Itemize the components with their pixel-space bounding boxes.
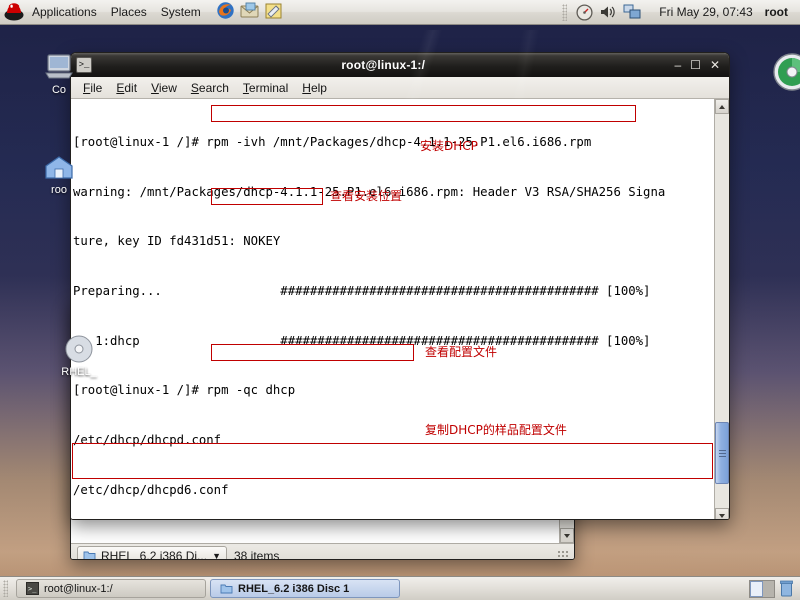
username-label[interactable]: root [765,5,792,19]
menu-edit[interactable]: Edit [109,78,144,98]
network-icon[interactable] [621,1,643,23]
terminal-line: /etc/dhcp/dhcpd6.conf [73,482,229,497]
firefox-icon [216,1,235,23]
item-count-label: 38 items [233,548,280,560]
scroll-thumb-grip [718,449,726,457]
performance-monitor-icon[interactable] [573,1,595,23]
volume-icon[interactable] [597,1,619,23]
desktop-icon-computer[interactable]: Co [22,48,96,96]
texteditor-launcher[interactable] [262,1,286,24]
scroll-track[interactable] [715,114,729,508]
chevron-down-icon[interactable]: ▼ [212,551,221,560]
firefox-launcher[interactable] [214,1,238,24]
terminal-window[interactable]: >_ root@linux-1:/ – ☐ ✕ FFileile Edit Vi… [70,52,730,520]
panel-grip [3,580,8,597]
notepad-pencil-icon [264,2,283,23]
desktop-icon-label: RHEL_ [61,366,97,378]
minimize-icon[interactable]: – [674,59,681,71]
annotation-view-config-file: 查看配置文件 [425,345,498,359]
workspace-switcher[interactable] [749,579,775,598]
taskbar-item-filemanager[interactable]: RHEL_6.2 i386 Disc 1 [210,579,400,598]
taskbar-item-label: RHEL_6.2 i386 Disc 1 [238,582,350,595]
close-icon[interactable]: ✕ [710,59,720,71]
location-dropdown[interactable]: RHEL_6.2 i386 Di... ▼ [77,546,227,560]
resize-grip[interactable] [557,550,568,559]
cd-disc-icon [762,53,800,92]
svg-text:>_: >_ [28,585,37,593]
bottom-panel[interactable]: >_ root@linux-1:/ RHEL_6.2 i386 Disc 1 [0,576,800,600]
terminal-icon: >_ [25,582,39,596]
terminal-window-buttons[interactable]: – ☐ ✕ [674,59,724,71]
terminal-vertical-scrollbar[interactable] [714,99,729,519]
workspace-2[interactable] [763,581,774,597]
top-panel[interactable]: Applications Places System Fri May 29, 0… [0,0,800,25]
terminal-title: root@linux-1:/ [341,58,426,72]
maximize-icon[interactable]: ☐ [690,59,701,71]
home-folder-icon [22,148,96,182]
redhat-logo-icon[interactable] [3,2,25,23]
menu-search[interactable]: Search [184,78,236,98]
mail-icon [240,2,259,22]
scroll-thumb[interactable] [715,422,729,484]
panel-right-area[interactable] [749,579,797,598]
desktop-icon-label: roo [51,184,67,196]
taskbar-item-label: root@linux-1:/ [44,582,113,595]
terminal-line: ture, key ID fd431d51: NOKEY [73,234,281,249]
terminal-line: [root@linux-1 /]# rpm -qc dhcp [73,383,296,398]
menu-help[interactable]: Help [295,78,334,98]
terminal-output[interactable]: [root@linux-1 /]# rpm -ivh /mnt/Packages… [71,99,714,519]
scroll-down-button[interactable] [715,508,729,519]
menu-system[interactable]: System [154,1,208,24]
panel-grip [562,3,568,21]
terminal-line: [root@linux-1 /]# rpm -ivh /mnt/Packages… [73,135,592,150]
scroll-down-button[interactable] [560,528,574,543]
terminal-line: Preparing... ###########################… [73,284,651,299]
annotation-view-install-location: 查看安装位置 [330,189,403,203]
evolution-launcher[interactable] [238,1,262,24]
desktop-icon-root-home[interactable]: roo [22,148,96,196]
workspace-1[interactable] [750,580,763,597]
trash-icon[interactable] [780,580,794,598]
system-tray[interactable]: Fri May 29, 07:43 root [562,1,800,23]
file-manager-statusbar: RHEL_6.2 i386 Di... ▼ 38 items [71,543,574,560]
terminal-body[interactable]: [root@linux-1 /]# rpm -ivh /mnt/Packages… [71,99,729,519]
menu-view[interactable]: View [144,78,184,98]
taskbar-item-terminal[interactable]: >_ root@linux-1:/ [16,579,206,598]
scroll-up-button[interactable] [715,99,729,114]
clock[interactable]: Fri May 29, 07:43 [645,5,762,19]
desktop: Co roo RHEL_ RHEL_6.2 i386 Di... ▼ 38 it… [0,0,800,600]
terminal-menubar[interactable]: FFileile Edit View Search Terminal Help [71,77,729,99]
annotation-copy-sample-config: 复制DHCP的样品配置文件 [425,423,567,437]
menu-places[interactable]: Places [104,1,154,24]
desktop-icon-label: Co [51,84,67,96]
terminal-line: 1:dhcp #################################… [73,333,651,348]
cd-disc-icon [42,330,116,364]
desktop-icon-rhel-disc[interactable]: RHEL_ [42,330,116,378]
location-label: RHEL_6.2 i386 Di... [101,548,208,560]
terminal-titlebar[interactable]: >_ root@linux-1:/ – ☐ ✕ [71,53,729,77]
folder-icon [219,582,233,596]
folder-icon [83,551,96,559]
annotation-install-dhcp: 安装DHCP [420,139,478,153]
menu-applications[interactable]: Applications [25,1,104,24]
terminal-line: /etc/dhcp/dhcpd.conf [73,432,222,447]
desktop-icon-disc-right[interactable] [762,53,800,94]
menu-terminal[interactable]: Terminal [236,78,295,98]
computer-icon [22,48,96,82]
